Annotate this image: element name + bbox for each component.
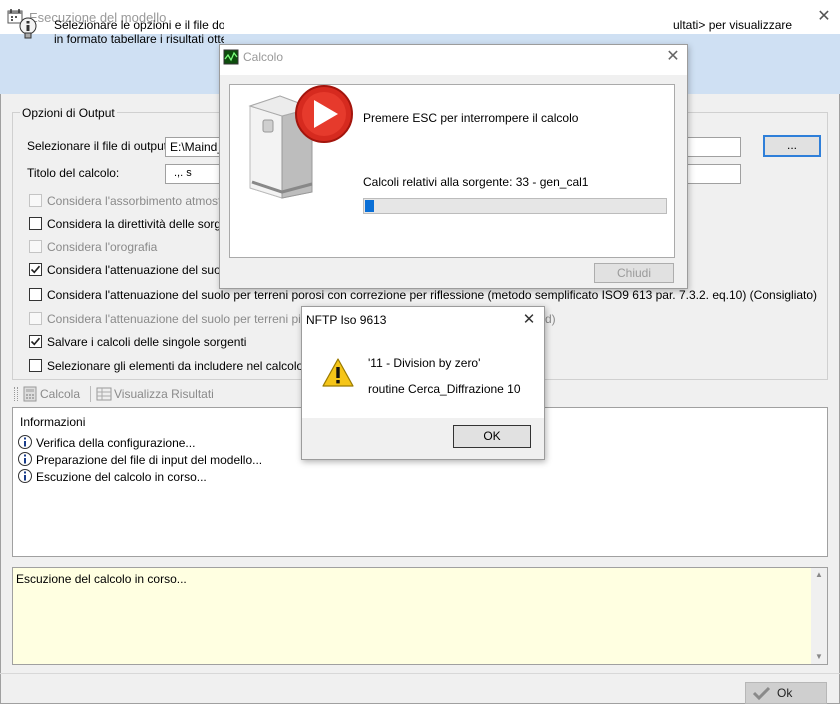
option-checkbox-flat-ground[interactable] <box>29 312 42 325</box>
window-close-button[interactable]: ✕ <box>812 6 836 28</box>
calcolo-esc-text: Premere ESC per interrompere il calcolo <box>363 111 579 125</box>
output-options-legend: Opzioni di Output <box>20 106 117 120</box>
option-label-flat-ground-tail: d) <box>545 312 556 326</box>
calculator-icon <box>22 386 38 402</box>
option-label-flat-ground: Considera l'attenuazione del suolo per t… <box>47 312 303 326</box>
option-checkbox-porous-ground[interactable] <box>29 288 42 301</box>
info-icon <box>17 434 33 450</box>
browse-button[interactable]: ... <box>763 135 821 157</box>
scroll-down-icon[interactable]: ▼ <box>811 650 827 664</box>
checkmark-icon <box>30 337 41 346</box>
option-label-atmospheric: Considera l'assorbimento atmosferico <box>47 194 248 208</box>
calc-title-label: Titolo del calcolo: <box>27 166 120 180</box>
status-text: Escuzione del calcolo in corso... <box>16 572 187 586</box>
checkmark-icon <box>30 265 41 274</box>
monitor-icon <box>223 49 239 65</box>
option-checkbox-directivity[interactable] <box>29 217 42 230</box>
warning-icon <box>322 358 354 388</box>
info-icon <box>17 451 33 467</box>
calcolo-progress-fill <box>365 200 374 212</box>
calcolo-source-text: Calcoli relativi alla sorgente: 33 - gen… <box>363 175 589 189</box>
error-ok-button[interactable]: OK <box>453 425 531 448</box>
visualizza-risultati-button[interactable]: Visualizza Risultati <box>114 387 214 401</box>
error-detail: routine Cerca_Diffrazione 10 <box>368 382 521 396</box>
calcola-button[interactable]: Calcola <box>40 387 80 401</box>
log-header: Informazioni <box>20 415 86 429</box>
option-label-porous-ground: Considera l'attenuazione del suolo per t… <box>47 288 818 302</box>
main-ok-label: Ok <box>777 686 793 700</box>
log-entry: Escuzione del calcolo in corso... <box>36 470 207 484</box>
option-label-save-sources: Salvare i calcoli delle singole sorgenti <box>47 335 247 349</box>
error-message: '11 - Division by zero' <box>368 356 481 370</box>
toolbar-separator <box>90 386 91 402</box>
toolbar-grip[interactable] <box>14 387 18 401</box>
info-bulb-icon <box>18 17 38 41</box>
option-checkbox-save-sources[interactable] <box>29 335 42 348</box>
file-output-label: Selezionare il file di output: <box>27 139 171 153</box>
checkmark-icon <box>752 685 772 701</box>
option-label-orography: Considera l'orografia <box>47 240 158 254</box>
info-banner-text-right: ultati> per visualizzare <box>673 18 793 32</box>
option-checkbox-atmospheric[interactable] <box>29 194 42 207</box>
running-computer-icon <box>240 84 356 202</box>
calcolo-close-button[interactable]: ✕ <box>662 47 684 67</box>
option-checkbox-ground-attenuation[interactable] <box>29 263 42 276</box>
error-dialog-title: NFTP Iso 9613 <box>306 313 387 327</box>
table-icon <box>96 386 112 402</box>
log-entry: Preparazione del file di input del model… <box>36 453 263 467</box>
calcolo-title: Calcolo <box>243 50 284 64</box>
log-entry: Verifica della configurazione... <box>36 436 196 450</box>
option-label-ground-attenuation: Considera l'attenuazione del suolo pe <box>47 263 222 277</box>
chiudi-button[interactable]: Chiudi <box>594 263 674 283</box>
option-checkbox-orography[interactable] <box>29 240 42 253</box>
footer-divider <box>0 673 840 674</box>
option-label-select-elements: Selezionare gli elementi da includere ne… <box>47 359 303 373</box>
scroll-up-icon[interactable]: ▲ <box>811 568 827 582</box>
calcolo-progress-bar <box>363 198 667 214</box>
info-icon <box>17 468 33 484</box>
info-banner-text: Selezionare le opzioni e il file dove i … <box>54 18 224 46</box>
option-checkbox-select-elements[interactable] <box>29 359 42 372</box>
option-label-directivity: Considera la direttività delle sorgenti <box>47 217 241 231</box>
error-close-button[interactable]: ✕ <box>518 310 540 330</box>
calcolo-titlebar <box>220 45 687 75</box>
